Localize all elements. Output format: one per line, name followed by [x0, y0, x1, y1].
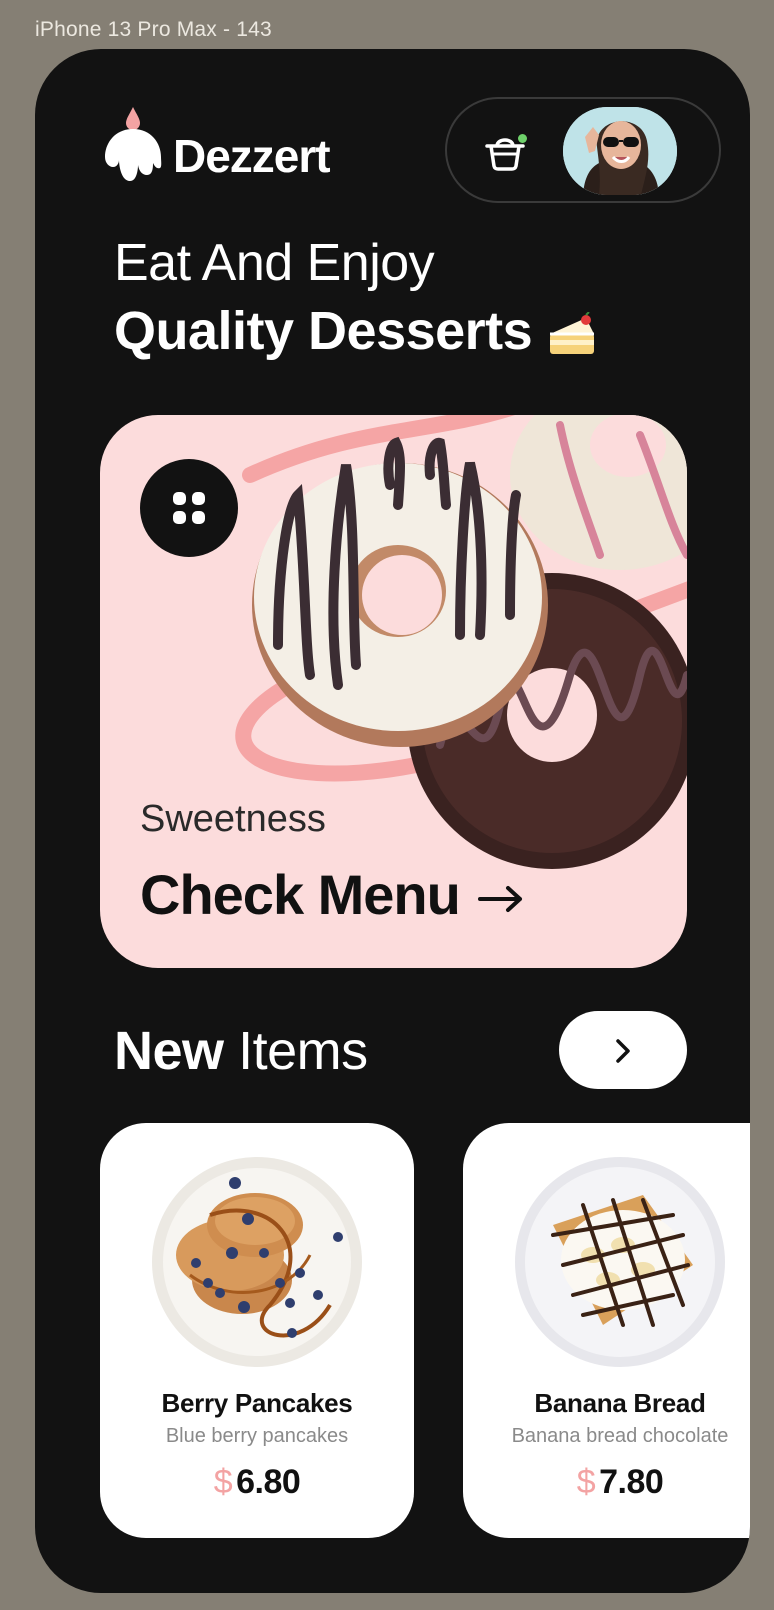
dessert-drip-logo-icon — [105, 107, 162, 181]
cake-slice-icon — [550, 311, 595, 354]
product-name: Banana Bread — [534, 1388, 706, 1418]
promo-card[interactable]: Sweetness Check Menu — [100, 415, 687, 968]
product-card-banana-bread[interactable]: Banana Bread Banana bread chocolate $7.8… — [463, 1123, 750, 1538]
chevron-right-icon — [616, 1039, 630, 1063]
product-description: Blue berry pancakes — [165, 1425, 349, 1447]
product-price: $7.80 — [463, 1463, 750, 1502]
menu-button[interactable] — [140, 459, 238, 557]
grid-dots-icon — [173, 492, 205, 524]
header-actions — [445, 97, 721, 203]
heading-bold: New — [114, 1021, 224, 1081]
frame-label: iPhone 13 Pro Max - 143 — [35, 18, 272, 41]
product-card-berry-pancakes[interactable]: Berry Pancakes Blue berry pancakes $6.80 — [100, 1123, 414, 1538]
avatar-photo — [563, 107, 677, 195]
brand-logo[interactable]: Dezzert — [103, 105, 353, 181]
price-value: 6.80 — [236, 1463, 301, 1501]
hero-line-2: Quality Desserts — [114, 304, 598, 358]
phone-screen: Dezzert Eat And Enjoy Quality Desserts S… — [35, 49, 750, 1593]
user-avatar[interactable] — [563, 107, 677, 195]
check-menu-link[interactable]: Check Menu — [140, 867, 526, 923]
cart-notification-dot — [518, 134, 527, 143]
promo-subtitle: Sweetness — [140, 798, 326, 840]
hero-line-1: Eat And Enjoy — [114, 234, 435, 292]
brand-name: Dezzert — [173, 130, 331, 182]
see-more-button[interactable] — [559, 1011, 687, 1089]
berry-pancakes-image — [152, 1157, 362, 1367]
currency-symbol: $ — [213, 1463, 233, 1501]
arrow-right-icon — [477, 886, 522, 913]
promo-title-text: Check Menu — [140, 863, 461, 926]
product-description: Banana bread chocolate — [511, 1425, 729, 1447]
hero-line-2-text: Quality Desserts — [114, 301, 533, 361]
new-items-heading: New Items — [114, 1024, 368, 1078]
banana-bread-image — [515, 1157, 725, 1367]
heading-light: Items — [238, 1021, 368, 1081]
currency-symbol: $ — [576, 1463, 596, 1501]
product-price: $6.80 — [100, 1463, 414, 1502]
product-name: Berry Pancakes — [161, 1388, 353, 1418]
price-value: 7.80 — [599, 1463, 664, 1501]
cart-button[interactable] — [483, 132, 527, 172]
